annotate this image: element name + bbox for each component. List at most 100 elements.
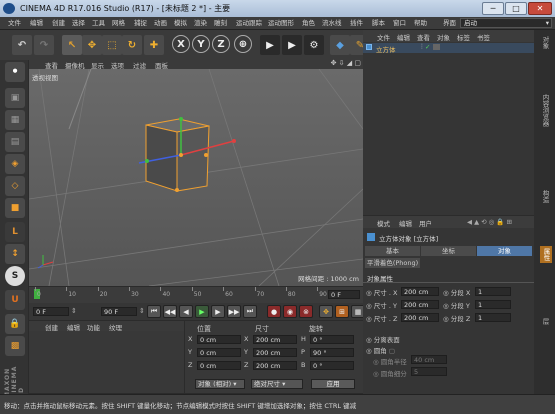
motion-record-button[interactable]: ✥ [319,305,333,318]
rotation-field[interactable]: 0 ° [310,361,354,370]
texture-mode-icon[interactable]: ▦ [5,110,25,130]
menu-item-7[interactable]: 动画 [154,17,167,30]
object-row[interactable]: 立方体 ⋮ ✓ [363,43,534,54]
prev-key-button[interactable]: ◀◀ [163,305,177,318]
redo-icon[interactable]: ↷ [34,35,54,55]
z-axis-icon[interactable]: Z [212,35,230,53]
cube-icon[interactable]: ◆ [330,35,350,55]
model-mode-icon[interactable]: ▣ [5,88,25,108]
attribute-menu-item-2[interactable]: 用户 [419,218,432,228]
tag-icon[interactable] [433,44,440,50]
menu-item-9[interactable]: 渲染 [194,17,207,30]
rotation-field[interactable]: 90 ° [310,348,354,357]
size-mode-dropdown[interactable]: 绝对尺寸 ▾ [251,379,303,389]
attribute-menu-item-0[interactable]: 模式 [377,218,390,228]
object-menu-item-0[interactable]: 文件 [377,32,390,42]
coord-system-icon[interactable]: ⊕ [234,35,252,53]
attribute-menu-item-1[interactable]: 编辑 [399,218,412,228]
current-frame-field[interactable]: 0 F [328,290,360,299]
object-menu-item-3[interactable]: 对象 [437,32,450,42]
timeline-ruler[interactable]: 0 F 0 10 20 30 40 50 60 70 80 90 [29,287,363,303]
end-frame-field[interactable]: 90 F [101,307,137,316]
fillet-radius-field[interactable]: 40 cm [411,355,447,364]
menu-item-6[interactable]: 捕捉 [134,17,147,30]
material-menu-item-2[interactable]: 功能 [87,322,100,332]
coord-mode-dropdown[interactable]: 对象 (相对) ▾ [195,379,245,389]
segments-field[interactable]: 1 [475,313,511,322]
undo-icon[interactable]: ↶ [12,35,32,55]
perspective-viewport[interactable]: 透视视图 网格间距 : 1000 cm [29,69,363,286]
workplane-icon[interactable]: ▤ [5,132,25,152]
params-button[interactable]: ⊞ [335,305,349,318]
go-start-button[interactable]: ⏮ [147,305,161,318]
autokey-button[interactable]: ◉ [283,305,297,318]
scale-icon[interactable]: ⬚ [102,35,122,55]
right-tab-3[interactable]: 属性 [540,246,552,263]
object-menu-item-4[interactable]: 标签 [457,32,470,42]
menu-item-16[interactable]: 脚本 [372,17,385,30]
menu-item-2[interactable]: 创建 [52,17,65,30]
size-value-field[interactable]: 200 cm [401,287,439,296]
viewport-nav-icons[interactable]: ✥ ⇩ ◢ ▢ [331,59,361,67]
grid-checker-icon[interactable]: ▩ [5,336,25,356]
prev-frame-button[interactable]: ◀ [179,305,193,318]
object-name[interactable]: 立方体 [376,44,396,54]
object-menu-item-5[interactable]: 书签 [477,32,490,42]
right-tab-1[interactable]: 内容浏览器 [540,94,550,127]
object-menu-item-1[interactable]: 编辑 [397,32,410,42]
menu-item-17[interactable]: 窗口 [393,17,406,30]
right-tab-2[interactable]: 构造 [540,190,550,203]
size-value-field[interactable]: 200 cm [401,313,439,322]
render-settings-icon[interactable]: ⚙ [304,35,324,55]
tweak-mode-icon[interactable]: ↕ [5,244,25,264]
object-enabled-check-icon[interactable]: ✓ [425,43,430,51]
menu-item-3[interactable]: 选择 [72,17,85,30]
polygons-mode-icon[interactable]: ■ [5,198,25,218]
menu-item-11[interactable]: 运动跟踪 [236,17,262,30]
menu-item-0[interactable]: 文件 [8,17,21,30]
start-frame-field[interactable]: 0 F [33,307,69,316]
menu-item-5[interactable]: 网格 [112,17,125,30]
minimize-button[interactable]: ─ [482,2,504,15]
maximize-button[interactable]: □ [505,2,527,15]
tab-phong[interactable]: 平滑着色(Phong) [365,258,420,268]
material-menu-item-1[interactable]: 编辑 [67,322,80,332]
next-key-button[interactable]: ▶▶ [227,305,241,318]
size-field[interactable]: 200 cm [253,361,297,370]
size-field[interactable]: 200 cm [253,348,297,357]
tab-object[interactable]: 对象 [477,246,532,256]
attribute-nav-icons[interactable]: ◀ ▲ ⟲ ◎ 🔒 ⊞ [467,218,512,226]
tab-coords[interactable]: 坐标 [421,246,476,256]
render-view-icon[interactable]: ▶ [260,35,280,55]
position-field[interactable]: 0 cm [197,348,241,357]
lock-icon[interactable]: 🔒 [5,314,25,334]
menu-item-15[interactable]: 插件 [350,17,363,30]
right-tab-0[interactable]: 对象 [540,36,550,49]
rotation-field[interactable]: 0 ° [310,335,354,344]
position-field[interactable]: 0 cm [197,361,241,370]
tab-basic[interactable]: 基本 [365,246,420,256]
layout-dropdown[interactable]: 启动 ▾ [460,18,552,28]
material-menu-item-0[interactable]: 创建 [45,322,58,332]
object-menu-item-2[interactable]: 查看 [417,32,430,42]
x-axis-icon[interactable]: X [172,35,190,53]
rotate-icon[interactable]: ↻ [122,35,142,55]
render-picture-icon[interactable]: ▶ [282,35,302,55]
axis-mode-icon[interactable]: L [5,222,25,242]
menu-item-10[interactable]: 雕刻 [214,17,227,30]
menu-item-12[interactable]: 运动图形 [268,17,294,30]
size-field[interactable]: 200 cm [253,335,297,344]
menu-item-13[interactable]: 角色 [302,17,315,30]
menu-item-18[interactable]: 帮助 [414,17,427,30]
y-axis-icon[interactable]: Y [192,35,210,53]
make-editable-icon[interactable]: ⚫ [5,62,25,82]
end-frame-spinner-icon[interactable]: ⇕ [139,307,145,315]
play-button[interactable]: ▶ [195,305,209,318]
move-icon[interactable]: ✥ [82,35,102,55]
points-mode-icon[interactable]: ◈ [5,154,25,174]
separate-surfaces-option[interactable]: ◎ 分离表面 [366,334,400,344]
menu-item-4[interactable]: 工具 [92,17,105,30]
size-value-field[interactable]: 200 cm [401,300,439,309]
segments-field[interactable]: 1 [475,300,511,309]
menu-item-14[interactable]: 流水线 [322,17,342,30]
